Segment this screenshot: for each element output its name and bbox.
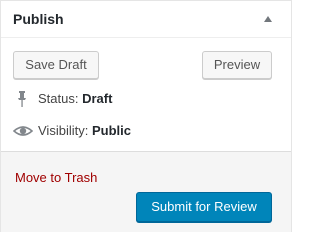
status-text: Status: Draft: [38, 89, 112, 109]
major-publishing-actions: Move to Trash Submit for Review: [1, 151, 291, 232]
visibility-text: Visibility: Public: [38, 121, 131, 141]
eye-icon: [13, 126, 33, 136]
panel-header[interactable]: Publish: [1, 1, 291, 38]
status-value: Draft: [82, 91, 113, 106]
submit-for-review-button[interactable]: Submit for Review: [136, 192, 272, 222]
status-label: Status:: [38, 91, 83, 106]
move-to-trash-link[interactable]: Move to Trash: [15, 169, 97, 187]
panel-title: Publish: [13, 11, 64, 27]
save-draft-button[interactable]: Save Draft: [13, 51, 99, 79]
triangle-up-icon[interactable]: [263, 15, 273, 23]
pin-icon: [18, 91, 26, 107]
preview-button[interactable]: Preview: [202, 51, 272, 79]
publish-panel: Publish Save Draft Preview Status: Draft…: [0, 0, 292, 232]
visibility-label: Visibility:: [38, 123, 92, 138]
visibility-value: Public: [91, 123, 131, 138]
